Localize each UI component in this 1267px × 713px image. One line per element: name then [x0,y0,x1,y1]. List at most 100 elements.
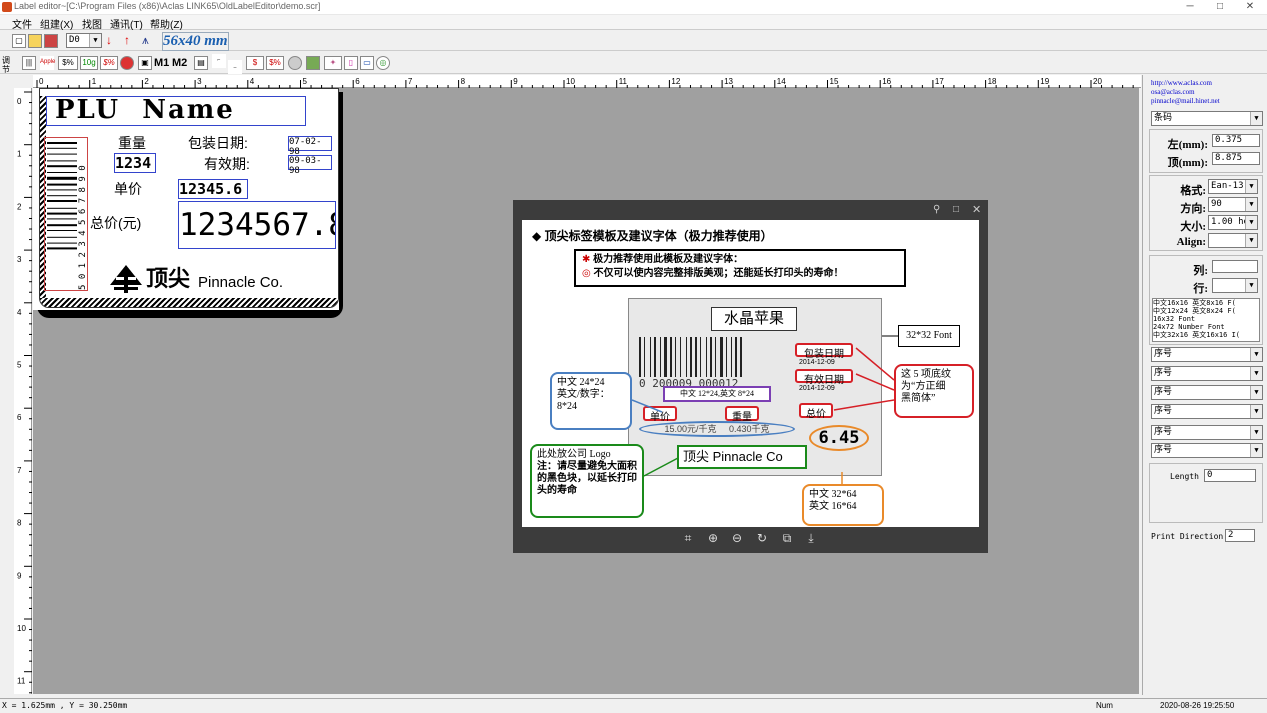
barcode-bar [47,212,77,215]
pin-icon[interactable]: ⚲ [933,204,940,215]
close-button[interactable]: ✕ [1240,1,1260,12]
ruler-label: 17 [935,77,944,86]
link-email[interactable]: osa@aclas.com [1151,88,1263,97]
font-list[interactable]: 中文16x16 英文8x16 F( 中文12x24 英文8x24 F( 16x3… [1152,298,1260,342]
properties-panel: http://www.aclas.com osa@aclas.com pinna… [1142,75,1267,695]
menu-build[interactable]: 组建(X) [40,16,73,31]
viewer-maximize-icon[interactable]: □ [953,204,959,215]
menu-image[interactable]: 找图 [82,16,102,31]
sequence-select-4[interactable]: 序号 ▼ [1151,404,1263,419]
font-item[interactable]: 中文16x16 英文8x16 F( [1153,299,1259,307]
size-select[interactable]: 1.00 he: ▼ [1208,215,1258,230]
sequence-select-2[interactable]: 序号 ▼ [1151,366,1263,381]
column-input[interactable] [1212,260,1258,273]
label-sheet[interactable]: PLU Name 重量 1234 包装日期: 有效期: 07-02-98 09-… [33,88,339,310]
row-select[interactable]: ▼ [1212,278,1258,293]
weight-field[interactable]: 1234 [114,153,156,173]
left-mm-input[interactable]: 0.375 [1212,134,1260,147]
font-item[interactable]: 中文32x16 英文16x16 I( [1153,331,1259,339]
font-item[interactable]: 中文12x24 英文8x24 F( [1153,307,1259,315]
price-percent-icon[interactable]: $% [58,56,78,70]
zoom-out-icon[interactable]: ⊖ [730,531,744,545]
sequence-select-6[interactable]: 序号 ▼ [1151,443,1263,458]
menu-comm[interactable]: 通讯(T) [110,16,143,31]
save-image-icon[interactable]: ⤓ [804,531,818,545]
globe-icon[interactable]: ◎ [376,56,390,70]
no-sign-icon[interactable] [120,56,134,70]
image-tool-icon[interactable]: ▣ [138,56,152,70]
bottom-icon[interactable]: _ [228,60,242,74]
length-input[interactable]: 0 [1204,469,1256,482]
barcode-tool-icon[interactable]: ||| [22,56,36,70]
page-icon[interactable]: ▯ [344,56,358,70]
link-email-2[interactable]: pinnacle@mail.hinet.net [1151,97,1263,106]
maximize-button[interactable]: □ [1210,1,1230,12]
print-direction-label: Print Direction [1151,532,1224,541]
ruler-label: 1 [17,150,22,159]
menu-file[interactable]: 文件 [12,16,32,31]
port-select[interactable]: D0 ▼ [66,33,102,48]
font-item[interactable]: 16x32 Font [1153,315,1259,323]
sequence-select-1[interactable]: 序号 ▼ [1151,347,1263,362]
window-icon[interactable]: ▭ [360,56,374,70]
left-strip: 调节 [0,52,14,694]
zoom-in-icon[interactable]: ⊕ [706,531,720,545]
sequence-select-3[interactable]: 序号 ▼ [1151,385,1263,400]
pack-date-field[interactable]: 07-02-98 [288,136,332,157]
barcode-bar [47,200,77,202]
size-label: 大小: [1180,221,1206,233]
fit-icon[interactable]: ⌗ [681,531,695,545]
align-select[interactable]: ▼ [1208,233,1258,248]
dollar-pct-icon[interactable]: $% [266,56,284,70]
text-box-icon[interactable]: ▤ [194,56,208,70]
sequence-select-5[interactable]: 序号 ▼ [1151,425,1263,440]
menu-help[interactable]: 帮助(Z) [150,16,183,31]
m1-button[interactable]: M1 [154,57,169,69]
unit-price-field[interactable]: 12345.6 [178,179,248,199]
window-title: Label editor~[C:\Program Files (x86)\Acl… [14,1,321,11]
datetime: 2020-08-26 19:25:50 [1160,701,1235,710]
minimize-button[interactable]: ─ [1180,1,1200,12]
left-mm-label: 左(mm): [1167,139,1208,151]
viewer-close-icon[interactable]: ✕ [972,203,981,216]
print-direction-input[interactable]: 2 [1225,529,1255,542]
barcode-bar [47,189,77,191]
border-icon[interactable]: ⌐ [212,54,226,68]
font-item[interactable]: 24x72 Number Font [1153,323,1259,331]
label-size[interactable]: 56x40 mm [162,32,229,51]
ruler-label: 6 [17,413,22,422]
new-file-icon[interactable]: ▢ [12,34,26,48]
rotate-icon[interactable]: ↻ [755,531,769,545]
device-icon[interactable]: ⩚ [142,33,149,48]
ruler-label: 12 [671,77,680,86]
image-viewer-popup[interactable]: ⚲ □ ✕ ◆ 顶尖标签模板及建议字体（极力推荐使用） ✱ 极力推荐使用此模板及… [513,200,988,553]
price-tag-icon[interactable]: $% [100,56,118,70]
length-label: Length [1170,472,1199,481]
weight-10g-icon[interactable]: 10g [80,56,98,70]
title-bar: Label editor~[C:\Program Files (x86)\Acl… [0,0,1267,15]
save-icon[interactable] [44,34,58,48]
ruler-label: 15 [830,77,839,86]
total-price-field[interactable]: 1234567.89 [178,201,336,249]
upload-arrow-icon[interactable]: ↑ [124,33,130,47]
grid-icon[interactable] [306,56,320,70]
expiry-label: 有效期: [204,156,250,172]
weight-label: 重量 [118,135,146,151]
top-mm-input[interactable]: 8.875 [1212,152,1260,165]
crop-icon[interactable]: ⧉ [780,531,794,545]
ruler-label: 10 [566,77,575,86]
m2-button[interactable]: M2 [172,57,187,69]
plu-name-field[interactable]: PLU Name [46,95,306,126]
circle-icon[interactable] [288,56,302,70]
apple-logo-icon[interactable]: Apple [40,56,55,70]
direction-select[interactable]: 90 ▼ [1208,197,1258,212]
dollar-icon[interactable]: $ [246,56,264,70]
special-icon[interactable]: ✦ [324,56,342,70]
link-web[interactable]: http://www.aclas.com [1151,79,1263,88]
expiry-date-field[interactable]: 09-03-98 [288,155,332,176]
open-folder-icon[interactable] [28,34,42,48]
download-arrow-icon[interactable]: ↓ [106,33,112,47]
barcode-field[interactable]: 5 0 1 2 3 4 5 6 7 8 9 0 [44,137,88,291]
format-select[interactable]: Ean-13 ▼ [1208,179,1258,194]
object-type-select[interactable]: 条码 ▼ [1151,111,1263,126]
